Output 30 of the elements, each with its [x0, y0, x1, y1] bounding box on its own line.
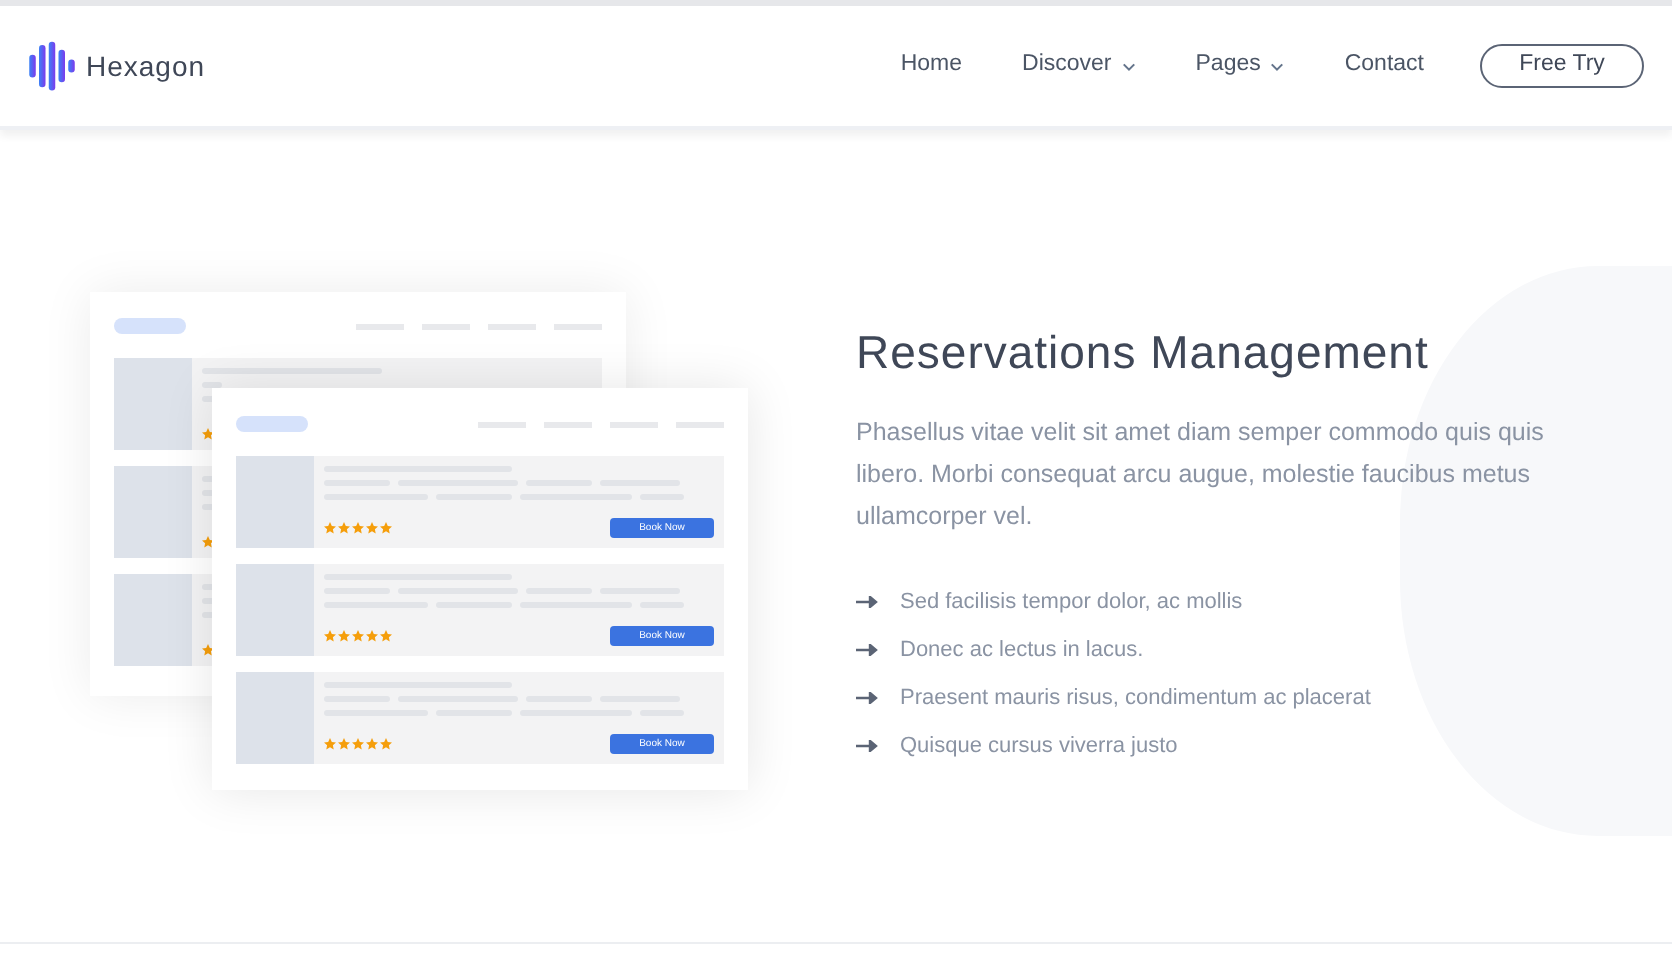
logo-placeholder	[114, 318, 186, 334]
star-icon	[202, 644, 214, 656]
arrow-right-icon	[856, 596, 878, 608]
thumbnail	[114, 358, 192, 450]
thumbnail	[114, 574, 192, 666]
feature-point: Donec ac lectus in lacus.	[900, 635, 1144, 666]
arrow-right-icon	[856, 740, 878, 752]
nav-link[interactable]: Discover	[1022, 48, 1136, 84]
arrow-right-icon	[856, 644, 878, 656]
logo-placeholder	[236, 416, 308, 432]
free-try-button[interactable]: Free Try	[1480, 44, 1644, 88]
feature-point: Sed facilisis tempor dolor, ac mollis	[900, 587, 1243, 618]
thumbnail	[114, 466, 192, 558]
thumbnail	[236, 456, 314, 548]
nav-link[interactable]: Home	[900, 48, 963, 84]
chevron-down-icon	[1121, 61, 1136, 71]
nav-link[interactable]: Contact	[1344, 48, 1424, 84]
logo-icon	[26, 36, 78, 96]
section-description: Phasellus vitae velit sit amet diam semper commodo quis quis libero. Morbi consequat arcu augue, molestie faucibus metus ullamcorper vel.	[856, 416, 1546, 534]
arrow-right-icon	[856, 692, 878, 704]
chevron-down-icon	[1270, 61, 1285, 71]
feature-point: Praesent mauris risus, condimentum ac placerat	[900, 683, 1371, 714]
thumbnail	[236, 672, 314, 764]
star-icon	[202, 536, 214, 548]
star-icon	[202, 428, 214, 440]
brand-name[interactable]: Hexagon	[86, 45, 206, 87]
section-heading: Reservations Management	[856, 324, 1431, 382]
thumbnail	[236, 564, 314, 656]
nav-link[interactable]: Pages	[1195, 48, 1285, 84]
feature-point: Quisque cursus viverra justo	[900, 731, 1178, 762]
